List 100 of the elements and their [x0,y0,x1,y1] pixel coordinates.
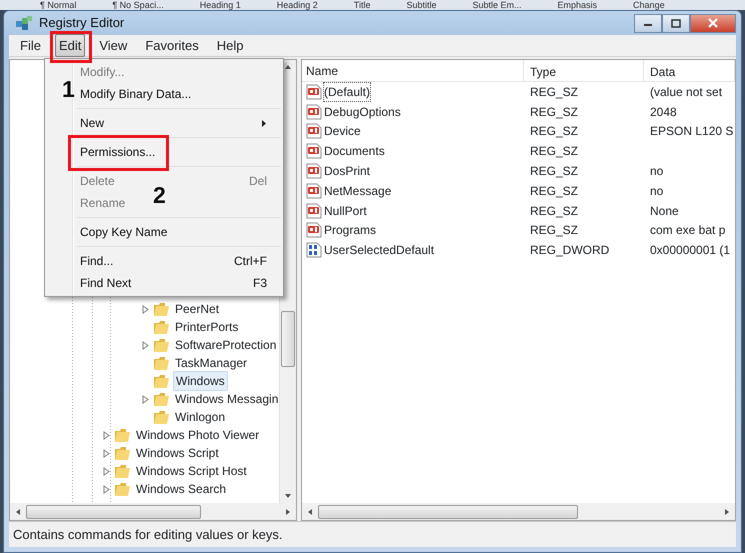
close-button[interactable] [690,14,736,32]
menu-item[interactable]: Find Next [80,274,132,292]
string-value-icon [306,84,322,100]
registry-icon [15,15,33,31]
ribbon-style-label: Heading 2 [276,0,318,10]
tree-item[interactable]: Windows Photo Viewer [134,426,262,444]
scroll-thumb[interactable] [281,311,295,367]
menu-item[interactable]: Copy Key Name [80,223,168,241]
ribbon-style-label: Subtle Em... [472,0,522,10]
value-name[interactable]: Documents [324,142,385,160]
tree-item[interactable]: Windows Script [134,444,221,462]
value-name[interactable]: Programs [324,221,376,240]
tree-item[interactable]: PeerNet [173,300,222,318]
scroll-right-icon[interactable] [723,508,731,516]
ribbon-style-label: Title [354,0,370,10]
value-type: REG_SZ [530,84,578,99]
expand-arrow-icon[interactable] [102,448,111,458]
folder-icon [153,410,170,424]
tree-item[interactable]: Windows Messagin [173,390,279,408]
tree-item[interactable]: TaskManager [173,354,250,372]
scroll-left-icon[interactable] [306,508,314,516]
shortcut-text: F3 [252,275,267,292]
maximize-button[interactable] [662,14,690,32]
folder-icon [153,302,170,316]
column-header[interactable]: Data [644,60,735,81]
string-value-icon [306,163,322,180]
value-data: (value not set [650,84,722,99]
value-name[interactable]: DosPrint [324,162,370,180]
expand-arrow-icon[interactable] [102,430,111,440]
menu-item[interactable]: Favorites [141,34,203,58]
ribbon-style-label: Heading 1 [200,0,241,10]
tree-item[interactable]: Winlogon [173,408,228,426]
string-value-icon [306,104,322,120]
value-type: REG_SZ [530,204,578,218]
menu-item[interactable]: Modify Binary Data... [80,85,192,103]
menu-item[interactable]: Find... [80,252,114,270]
value-name[interactable]: NullPort [324,202,367,220]
scroll-up-icon[interactable] [284,63,292,71]
ribbon-style-label: Change [633,0,665,10]
tree-item[interactable]: PrinterPorts [173,318,240,336]
string-value-icon [306,222,322,238]
horizontal-scrollbar[interactable] [10,503,296,520]
shortcut-text: Del [248,173,267,190]
ribbon-style-label: Subtitle [406,0,436,10]
value-type: REG_SZ [530,184,578,198]
value-type: REG_SZ [530,223,578,238]
expand-arrow-icon[interactable] [102,484,111,494]
step-number: 2 [153,184,166,207]
menu-item[interactable]: Edit [54,34,86,58]
maximize-icon [671,18,681,28]
value-data: com exe bat p [650,223,726,238]
string-value-icon [306,202,322,219]
window-title: Registry Editor [39,14,124,32]
value-name[interactable]: Device [324,122,361,140]
column-header[interactable]: Type [524,60,644,81]
folder-icon [114,446,131,460]
shortcut-text: Ctrl+F [234,253,267,270]
horizontal-scrollbar[interactable] [302,503,735,520]
ribbon-style-label: ¶ Normal [40,0,76,10]
value-data: None [650,204,679,218]
expand-arrow-icon[interactable] [141,394,150,404]
scroll-thumb[interactable] [318,504,578,518]
column-header[interactable]: Name [302,60,524,81]
value-name[interactable]: (Default) [324,82,370,101]
scroll-down-icon[interactable] [284,492,292,500]
scroll-thumb[interactable] [26,504,201,518]
folder-icon [153,338,170,352]
string-value-icon [306,182,322,199]
value-data: no [650,164,664,178]
value-data: 2048 [650,104,677,119]
value-type: REG_SZ [530,104,578,119]
tree-item[interactable]: Windows Script Host [134,462,249,480]
value-name[interactable]: DebugOptions [324,102,401,121]
value-name[interactable]: UserSelectedDefault [324,241,434,260]
menu-item[interactable]: Permissions... [80,143,156,161]
value-type: REG_SZ [530,124,578,138]
tree-item[interactable]: Windows [173,371,228,391]
expand-arrow-icon[interactable] [102,466,111,476]
tree-item[interactable]: Windows Search [134,480,228,498]
step-number: 1 [62,78,75,102]
submenu-arrow-icon [261,118,267,128]
value-name[interactable]: NetMessage [324,182,392,200]
expand-arrow-icon[interactable] [141,340,150,350]
menu-item[interactable]: New [80,114,104,132]
close-icon [707,18,719,28]
folder-icon [153,392,170,406]
tree-item[interactable]: SoftwareProtection [173,336,278,354]
scroll-right-icon[interactable] [284,508,292,516]
string-value-icon [306,123,322,140]
menu-item[interactable]: Help [212,34,248,58]
folder-icon [153,320,170,334]
minimize-button[interactable] [634,14,662,32]
value-type: REG_SZ [530,144,578,158]
ribbon-style-label: ¶ No Spaci... [112,0,164,10]
expand-arrow-icon[interactable] [141,304,150,314]
folder-icon [153,356,170,370]
value-data: EPSON L120 S [650,124,734,138]
menu-item[interactable]: File [16,34,45,58]
scroll-left-icon[interactable] [14,508,22,516]
menu-item[interactable]: View [95,34,132,58]
